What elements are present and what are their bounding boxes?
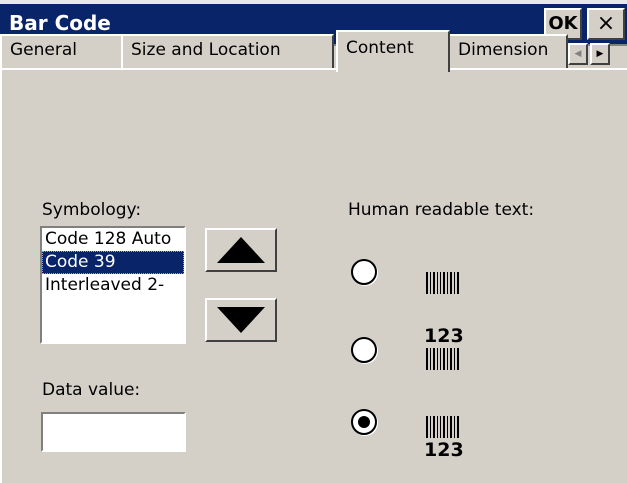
data-value-input[interactable] — [41, 412, 186, 452]
down-triangle-icon — [217, 307, 265, 333]
radio-text-below[interactable] — [351, 409, 377, 435]
symbology-listbox[interactable]: Code 128 Auto Code 39 Interleaved 2- — [40, 226, 186, 344]
tab-divider — [0, 68, 627, 70]
list-item[interactable]: Code 128 Auto — [42, 228, 184, 251]
move-up-button[interactable] — [205, 228, 277, 272]
list-item[interactable]: Interleaved 2- — [42, 274, 184, 297]
tab-general[interactable]: General — [0, 34, 123, 68]
radio-text-above[interactable] — [351, 337, 377, 363]
human-readable-sample-above: 123 — [424, 325, 464, 347]
move-down-button[interactable] — [205, 298, 277, 342]
data-value-label: Data value: — [42, 380, 141, 400]
tab-dimension[interactable]: Dimension — [448, 34, 568, 68]
tab-content[interactable]: Content — [336, 30, 450, 72]
radio-barcode-only[interactable] — [351, 259, 377, 285]
list-item-selected[interactable]: Code 39 — [42, 251, 184, 274]
text-below-barcode-icon — [426, 416, 459, 438]
tab-size-and-location[interactable]: Size and Location — [121, 34, 334, 68]
human-readable-label: Human readable text: — [348, 200, 535, 220]
scroll-right-arrow-icon[interactable]: ▶ — [590, 43, 610, 65]
scroll-left-arrow-icon[interactable]: ◀ — [568, 43, 588, 65]
window-title: Bar Code — [9, 11, 111, 35]
panel-border — [0, 70, 4, 483]
barcode-only-icon — [426, 272, 459, 294]
symbology-label: Symbology: — [42, 200, 142, 220]
human-readable-sample-below: 123 — [424, 439, 464, 461]
up-triangle-icon — [217, 237, 265, 263]
text-above-barcode-icon — [426, 348, 459, 370]
close-button[interactable]: × — [587, 8, 625, 40]
